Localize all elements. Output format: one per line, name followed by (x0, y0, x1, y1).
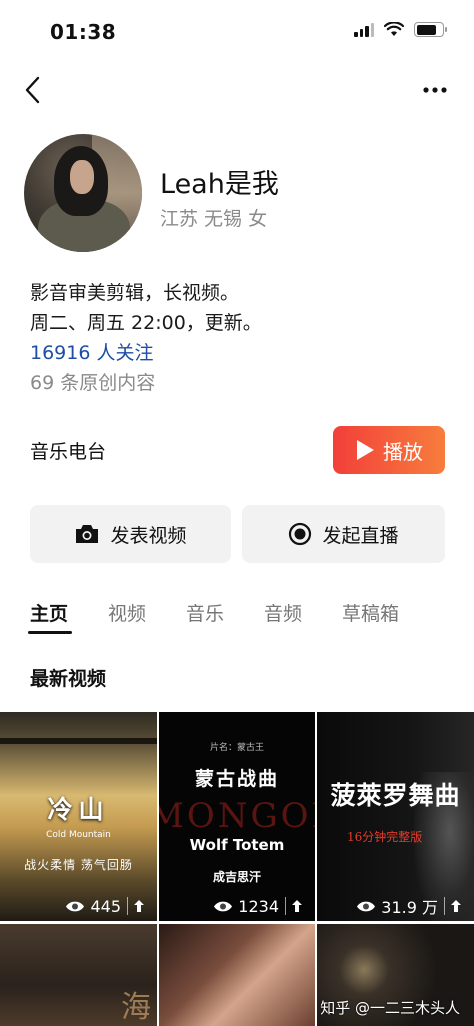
start-live-button[interactable]: 发起直播 (242, 505, 445, 563)
profile-tabs: 主页 视频 音乐 音频 草稿箱 (0, 595, 474, 635)
tab-home[interactable]: 主页 (30, 599, 68, 626)
battery-icon (414, 22, 447, 37)
share-icon[interactable] (127, 897, 149, 915)
eye-icon (66, 901, 85, 911)
watermark: 知乎 @一二三木头人 (320, 999, 460, 1017)
original-content-count: 69 条原创内容 (30, 372, 156, 394)
live-record-icon (289, 522, 312, 546)
tab-music[interactable]: 音乐 (186, 599, 224, 626)
view-count: 31.9 万 (381, 898, 438, 917)
tab-drafts[interactable]: 草稿箱 (342, 599, 399, 626)
video-tagline-text: 战火柔情 荡气回肠 (24, 858, 133, 872)
video-stats: 445 (0, 891, 157, 921)
more-options-icon[interactable] (422, 80, 448, 100)
video-title-text: 海 (121, 990, 151, 1025)
post-video-label: 发表视频 (110, 524, 187, 547)
tab-videos[interactable]: 视频 (108, 599, 146, 626)
avatar[interactable] (24, 134, 142, 252)
status-icons (354, 22, 447, 37)
status-time: 01:38 (50, 20, 117, 44)
video-stats: 31.9 万 (317, 891, 474, 921)
video-thumbnail[interactable]: 冷山 Cold Mountain 战火柔情 荡气回肠 445 (0, 712, 157, 921)
video-title-text: 菠萊罗舞曲 (330, 781, 461, 810)
profile-bio: 影音审美剪辑，长视频。 周二、周五 22:00，更新。 (30, 278, 262, 338)
camera-icon (76, 525, 99, 543)
video-english-title: Wolf Totem (189, 836, 285, 854)
video-thumbnail[interactable] (159, 924, 315, 1026)
tab-audio[interactable]: 音频 (264, 599, 302, 626)
video-caption-text: 片名：蒙古王 (209, 743, 264, 753)
share-icon[interactable] (285, 897, 307, 915)
followers-count-link[interactable]: 16916 人关注 (30, 338, 153, 365)
view-count: 1234 (238, 896, 279, 916)
video-thumbnail[interactable]: 片名：蒙古王 蒙古战曲 MONGOL Wolf Totem 成吉思汗 1234 (159, 712, 315, 921)
video-thumbnail[interactable]: 菠萊罗舞曲 16分钟完整版 31.9 万 (317, 712, 474, 921)
video-thumbnail[interactable]: 海 (0, 924, 157, 1026)
status-bar: 01:38 (0, 0, 474, 62)
back-arrow-icon[interactable] (22, 74, 44, 106)
share-icon[interactable] (444, 897, 466, 915)
start-live-label: 发起直播 (322, 524, 399, 547)
video-background-word: MONGOL (159, 796, 315, 836)
post-video-button[interactable]: 发表视频 (30, 505, 231, 563)
bio-line: 周二、周五 22:00，更新。 (30, 312, 262, 334)
view-count: 445 (90, 896, 121, 916)
profile-location: 江苏 无锡 女 (160, 208, 268, 230)
video-stats: 1234 (159, 891, 315, 921)
video-subtitle-text: Cold Mountain (46, 830, 111, 840)
wifi-icon (384, 22, 404, 36)
nav-bar (0, 68, 474, 112)
video-title-text: 冷山 (47, 795, 110, 824)
profile-name: Leah是我 (160, 169, 279, 200)
video-title-text: 蒙古战曲 (194, 768, 279, 790)
play-icon (357, 440, 374, 460)
eye-icon (214, 901, 233, 911)
eye-icon (357, 901, 376, 911)
play-button-label: 播放 (383, 439, 423, 464)
active-tab-indicator (28, 631, 72, 634)
video-subtitle-text: 16分钟完整版 (347, 830, 423, 844)
profile-header: Leah是我 江苏 无锡 女 (0, 134, 474, 254)
bio-line: 影音审美剪辑，长视频。 (30, 282, 240, 304)
play-button[interactable]: 播放 (333, 426, 445, 474)
video-subtitle-text: 成吉思汗 (212, 870, 261, 884)
cellular-signal-icon (354, 22, 374, 37)
video-grid: 冷山 Cold Mountain 战火柔情 荡气回肠 445 片名：蒙古王 蒙古… (0, 712, 474, 1026)
music-radio-label: 音乐电台 (30, 441, 107, 463)
latest-videos-title: 最新视频 (30, 668, 107, 690)
